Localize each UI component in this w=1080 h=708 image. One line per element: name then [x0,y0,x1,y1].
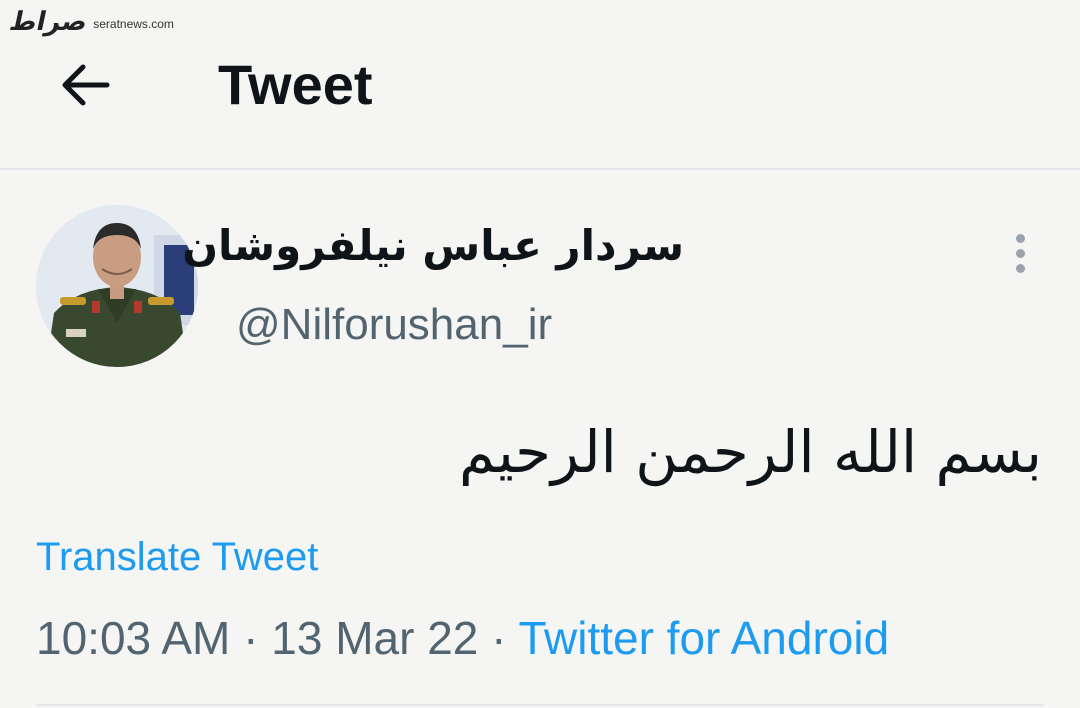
back-button[interactable] [54,54,116,116]
author-handle[interactable]: @Nilforushan_ir [236,298,552,352]
arrow-left-icon [62,64,110,106]
avatar[interactable] [36,205,198,367]
meta-separator-2: · [478,612,519,664]
tweet-date[interactable]: 13 Mar 22 [271,612,478,664]
translate-tweet-link[interactable]: Translate Tweet [36,532,318,582]
divider [36,704,1044,706]
header: Tweet [0,0,1080,170]
more-options-button[interactable] [998,228,1042,278]
author-display-name[interactable]: سردار عباس نیلفروشان [182,218,684,274]
tweet-text: بسم الله الرحمن الرحیم [459,418,1042,486]
vertical-ellipsis-icon [1015,233,1025,243]
tweet-source-link[interactable]: Twitter for Android [518,612,889,664]
meta-separator: · [230,612,272,664]
page-title: Tweet [218,53,373,116]
vertical-ellipsis-icon-dot [1015,248,1025,258]
tweet-metadata: 10:03 AM · 13 Mar 22 · Twitter for Andro… [36,610,889,666]
avatar-image [36,205,198,367]
vertical-ellipsis-icon-dot [1015,263,1025,273]
tweet-time[interactable]: 10:03 AM [36,612,230,664]
